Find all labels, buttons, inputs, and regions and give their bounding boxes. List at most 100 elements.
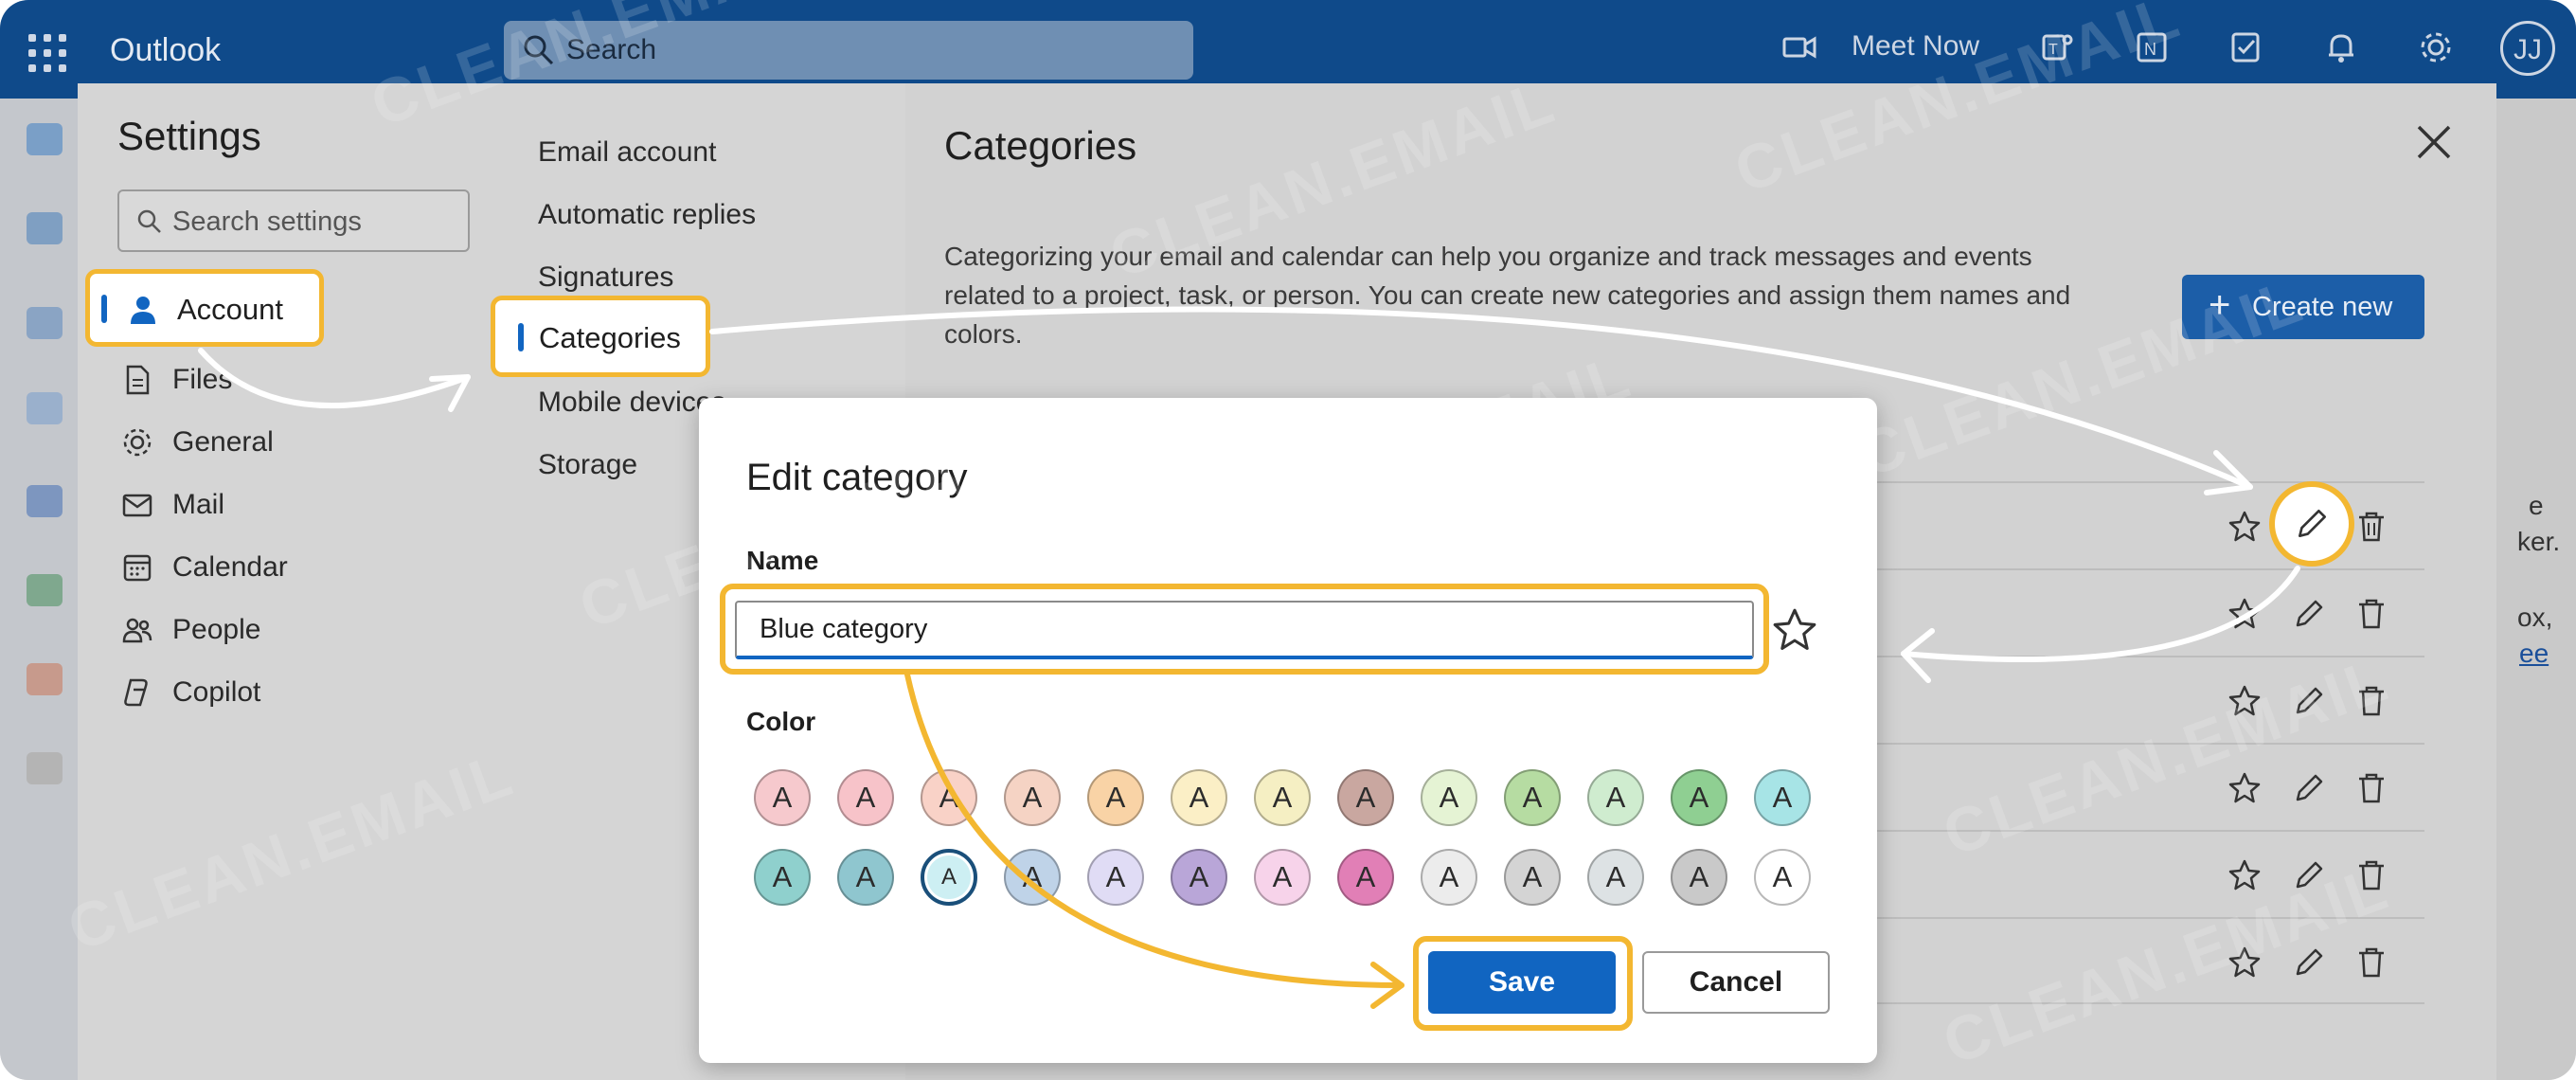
color-swatch[interactable]: A — [1171, 849, 1227, 906]
subnav-signatures[interactable]: Signatures — [538, 261, 673, 294]
color-swatch[interactable]: A — [754, 769, 811, 826]
people-app-icon[interactable] — [27, 307, 63, 339]
nav-label: Copilot — [172, 676, 261, 708]
nav-item-people[interactable]: People — [117, 603, 345, 656]
category-name-input[interactable] — [735, 601, 1754, 659]
subnav-categories[interactable]: Categories — [491, 296, 710, 377]
color-swatch[interactable]: A — [1754, 769, 1811, 826]
nav-item-files[interactable]: Files — [117, 352, 269, 405]
color-swatch[interactable]: A — [1421, 769, 1477, 826]
star-icon[interactable] — [1771, 606, 1818, 654]
cancel-button[interactable]: Cancel — [1642, 951, 1830, 1014]
mail-icon — [122, 494, 152, 517]
powerpoint-app-icon[interactable] — [27, 663, 63, 695]
subnav-automatic-replies[interactable]: Automatic replies — [538, 199, 756, 231]
nav-label: Account — [177, 293, 284, 326]
clipped-text: e — [2529, 491, 2544, 520]
color-swatch[interactable]: A — [921, 849, 977, 906]
nav-item-general[interactable]: General — [117, 415, 326, 468]
more-apps-icon[interactable] — [27, 752, 63, 784]
color-swatch[interactable]: A — [1671, 769, 1727, 826]
todo-icon[interactable] — [2227, 28, 2265, 66]
copilot-icon — [124, 678, 148, 707]
todo-app-icon[interactable] — [27, 392, 63, 424]
settings-search-input[interactable]: Search settings — [117, 189, 470, 252]
pencil-icon — [2299, 509, 2327, 537]
bell-icon[interactable] — [2322, 28, 2360, 66]
word-app-icon[interactable] — [27, 485, 63, 517]
trash-icon[interactable] — [2354, 771, 2388, 805]
trash-icon[interactable] — [2354, 945, 2388, 980]
star-icon[interactable] — [2227, 510, 2262, 544]
selected-indicator — [518, 323, 524, 351]
nav-label: Calendar — [172, 551, 288, 583]
color-swatch[interactable]: A — [1587, 769, 1644, 826]
color-swatch[interactable]: A — [1671, 849, 1727, 906]
category-row[interactable] — [1856, 568, 2424, 656]
color-swatch[interactable]: A — [1504, 769, 1561, 826]
clipped-text: ker. — [2517, 527, 2561, 556]
nav-label: General — [172, 426, 274, 458]
search-icon — [137, 209, 161, 233]
color-swatch[interactable]: A — [837, 769, 894, 826]
calendar-app-icon[interactable] — [27, 212, 63, 244]
app-launcher-icon[interactable] — [28, 34, 66, 72]
pencil-icon[interactable] — [2292, 597, 2326, 631]
color-swatch[interactable]: A — [1754, 849, 1811, 906]
app-title: Outlook — [110, 32, 222, 68]
color-swatch[interactable]: A — [1087, 849, 1144, 906]
color-swatch[interactable]: A — [1254, 769, 1311, 826]
color-swatch[interactable]: A — [1004, 849, 1061, 906]
close-icon[interactable] — [2413, 121, 2455, 163]
video-call-icon[interactable] — [1780, 28, 1818, 66]
color-swatch[interactable]: A — [1087, 769, 1144, 826]
person-icon — [131, 297, 155, 324]
nav-label: Files — [172, 364, 233, 395]
color-swatch[interactable]: A — [1337, 849, 1394, 906]
people-icon — [122, 618, 152, 643]
star-icon[interactable] — [2227, 771, 2262, 805]
calendar-icon — [123, 554, 152, 582]
selected-indicator — [101, 295, 107, 323]
clipped-text: ox, — [2517, 603, 2553, 632]
clipped-link[interactable]: ee — [2519, 639, 2549, 669]
trash-icon[interactable] — [2354, 597, 2388, 631]
color-swatch[interactable]: A — [1004, 769, 1061, 826]
pencil-icon[interactable] — [2292, 771, 2326, 805]
subnav-storage[interactable]: Storage — [538, 449, 637, 481]
star-icon[interactable] — [2227, 858, 2262, 892]
trash-icon[interactable] — [2354, 510, 2388, 544]
color-swatch[interactable]: A — [921, 769, 977, 826]
color-swatch[interactable]: A — [1587, 849, 1644, 906]
nav-item-mail[interactable]: Mail — [117, 477, 326, 531]
mail-app-icon[interactable] — [27, 123, 63, 155]
edit-category-button[interactable] — [2269, 481, 2354, 567]
subnav-email-account[interactable]: Email account — [538, 136, 716, 169]
color-swatch[interactable]: A — [1254, 849, 1311, 906]
color-label: Color — [746, 707, 816, 736]
color-swatch[interactable]: A — [1504, 849, 1561, 906]
settings-title: Settings — [117, 114, 261, 158]
nav-label: Mail — [172, 489, 225, 520]
nav-item-copilot[interactable]: Copilot — [117, 665, 345, 718]
outlook-window: Outlook Search Meet Now T N JJ Settings … — [0, 0, 2576, 1080]
color-swatch[interactable]: A — [1421, 849, 1477, 906]
gear-icon[interactable] — [2417, 28, 2455, 66]
save-button[interactable]: Save — [1428, 951, 1616, 1014]
avatar[interactable]: JJ — [2500, 21, 2555, 76]
subnav-mobile-devices[interactable]: Mobile devices — [538, 387, 725, 419]
color-swatch-grid: AAAAAAAAAAAAAAAAAAAAAAAAAA — [754, 769, 1811, 921]
gear-icon — [123, 428, 152, 457]
nav-label: People — [172, 614, 261, 645]
app-rail — [0, 99, 78, 1080]
color-swatch[interactable]: A — [837, 849, 894, 906]
nav-item-account[interactable]: Account — [85, 269, 324, 347]
excel-app-icon[interactable] — [27, 574, 63, 606]
subnav-label: Categories — [539, 321, 681, 354]
color-swatch[interactable]: A — [1337, 769, 1394, 826]
nav-item-calendar[interactable]: Calendar — [117, 540, 345, 593]
star-icon[interactable] — [2227, 597, 2262, 631]
color-swatch[interactable]: A — [1171, 769, 1227, 826]
file-icon — [126, 365, 150, 395]
color-swatch[interactable]: A — [754, 849, 811, 906]
